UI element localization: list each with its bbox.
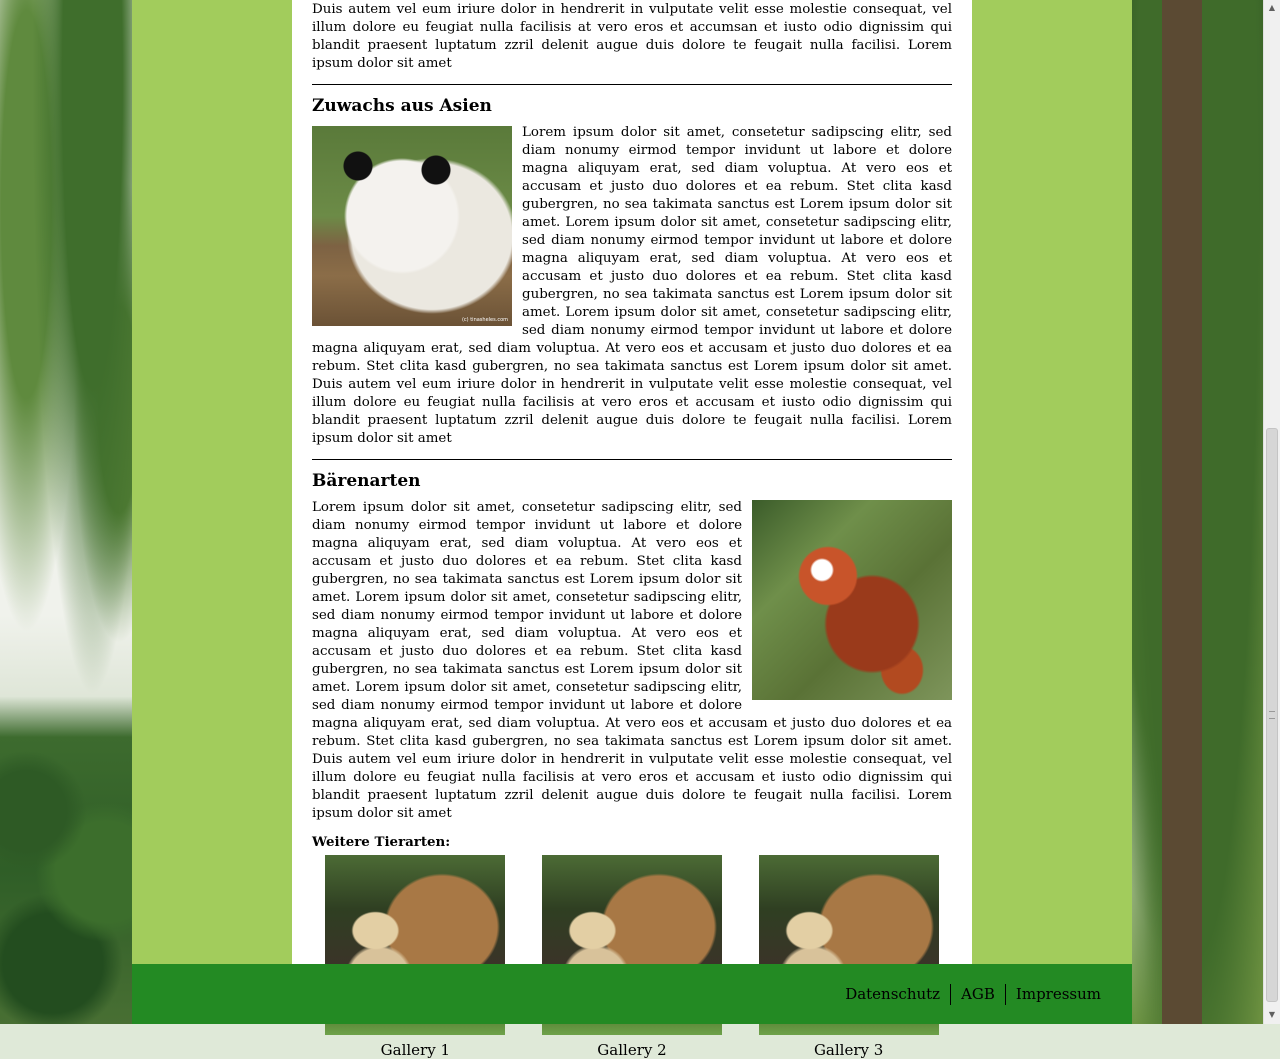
footer: Datenschutz AGB Impressum: [132, 964, 1132, 1024]
gallery-row: Gallery 1 Gallery 2 Gallery 3: [307, 855, 957, 1059]
footer-link-agb[interactable]: AGB: [951, 984, 1005, 1005]
gallery-heading: Weitere Tierarten:: [312, 834, 451, 850]
red-panda-image: [752, 500, 952, 700]
gallery-caption[interactable]: Gallery 3: [759, 1041, 939, 1059]
vertical-scrollbar[interactable]: ▲ ▼: [1263, 0, 1280, 1024]
intro-paragraph: Duis autem vel eum iriure dolor in hendr…: [312, 2, 952, 71]
footer-link-impressum[interactable]: Impressum: [1006, 984, 1111, 1005]
section-divider: [312, 84, 952, 85]
footer-link-datenschutz[interactable]: Datenschutz: [835, 984, 950, 1005]
gallery-caption[interactable]: Gallery 2: [542, 1041, 722, 1059]
scrollbar-thumb[interactable]: [1266, 428, 1278, 1002]
scroll-down-arrow-icon[interactable]: ▼: [1264, 1007, 1280, 1023]
background-photo-left: [0, 0, 132, 1024]
section-title: Bärenarten: [312, 471, 421, 491]
image-credit: (c) tinasheles.com: [461, 317, 508, 323]
gallery-caption[interactable]: Gallery 1: [325, 1041, 505, 1059]
scrollbar-grip-icon: [1269, 711, 1275, 719]
gallery-item[interactable]: Gallery 1: [325, 855, 506, 1059]
section-divider: [312, 459, 952, 460]
footer-nav: Datenschutz AGB Impressum: [835, 984, 1111, 1005]
scroll-up-arrow-icon[interactable]: ▲: [1264, 0, 1280, 16]
background-photo-right: [1132, 0, 1263, 1024]
gallery-item[interactable]: Gallery 2: [541, 855, 722, 1059]
gallery-section: Weitere Tierarten: Gallery 1 Gallery 2 G…: [312, 833, 952, 1059]
main-content: Duis autem vel eum iriure dolor in hendr…: [292, 0, 972, 1059]
section-title: Zuwachs aus Asien: [312, 96, 492, 116]
gallery-item[interactable]: Gallery 3: [758, 855, 939, 1059]
section-zuwachs: Zuwachs aus Asien (c) tinasheles.com Lor…: [312, 95, 952, 448]
panda-image: (c) tinasheles.com: [312, 126, 512, 326]
section-baerenarten: Bärenarten Lorem ipsum dolor sit amet, c…: [312, 470, 952, 823]
